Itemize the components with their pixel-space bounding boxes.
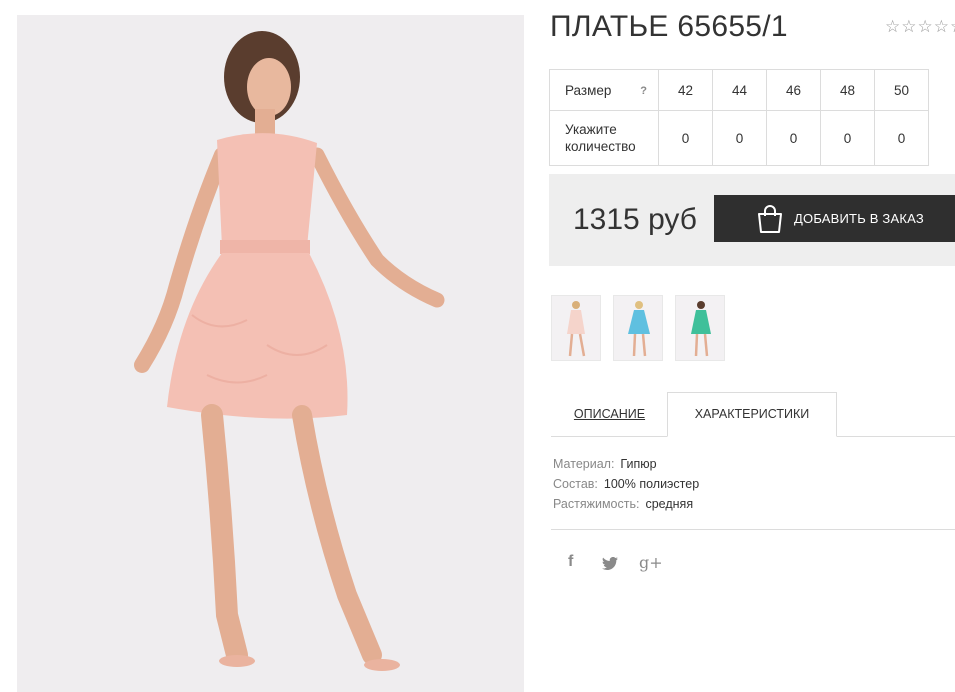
thumbnail-blue[interactable] (613, 295, 663, 361)
size-quantity-table: Размер ? 42 44 46 48 50 Укажите количест… (549, 69, 929, 166)
facebook-icon[interactable]: f (568, 553, 573, 571)
spec-value: средняя (645, 497, 694, 511)
size-label: Размер (565, 82, 612, 98)
add-to-order-label: ДОБАВИТЬ В ЗАКАЗ (794, 211, 924, 226)
tab-characteristics[interactable]: ХАРАКТЕРИСТИКИ (667, 392, 837, 437)
thumbnail-green[interactable] (675, 295, 725, 361)
size-cell-44: 44 (712, 69, 767, 111)
spec-key: Состав: (553, 477, 598, 491)
size-help-icon[interactable]: ? (640, 83, 647, 100)
size-cell-48: 48 (820, 69, 875, 111)
thumbnail-blue-image (614, 296, 662, 360)
buy-box: 1315 руб ДОБАВИТЬ В ЗАКАЗ (549, 174, 955, 266)
quantity-input-48[interactable]: 0 (820, 110, 875, 166)
quantity-label: Укажите количество (549, 110, 659, 166)
thumbnail-pink-image (552, 296, 600, 360)
size-cell-46: 46 (766, 69, 821, 111)
size-cell-50: 50 (874, 69, 929, 111)
thumbnail-green-image (676, 296, 724, 360)
specs-divider (551, 529, 955, 530)
shopping-bag-icon (758, 205, 782, 233)
rating-stars-icon[interactable]: ☆☆☆☆☆ (885, 17, 955, 37)
specs-list: Материал: Гипюр Состав: 100% полиэстер Рас… (553, 454, 699, 514)
twitter-icon[interactable] (602, 557, 618, 570)
size-cell-42: 42 (658, 69, 713, 111)
spec-key: Растяжимость: (553, 497, 640, 511)
product-title: ПЛАТЬЕ 65655/1 (550, 10, 788, 43)
spec-row-composition: Состав: 100% полиэстер (553, 474, 699, 494)
quantity-input-42[interactable]: 0 (658, 110, 713, 166)
spec-value: Гипюр (620, 457, 657, 471)
spec-key: Материал: (553, 457, 615, 471)
tab-description[interactable]: ОПИСАНИЕ (551, 393, 668, 436)
spec-row-stretch: Растяжимость: средняя (553, 494, 699, 514)
spec-value: 100% полиэстер (603, 477, 700, 491)
quantity-input-50[interactable]: 0 (874, 110, 929, 166)
quantity-input-46[interactable]: 0 (766, 110, 821, 166)
product-price: 1315 руб (573, 203, 697, 236)
spec-row-material: Материал: Гипюр (553, 454, 699, 474)
add-to-order-button[interactable]: ДОБАВИТЬ В ЗАКАЗ (714, 195, 955, 242)
model-pink-dress-image (17, 15, 524, 692)
product-main-photo[interactable] (17, 15, 524, 692)
thumbnail-pink[interactable] (551, 295, 601, 361)
googleplus-icon[interactable]: g+ (639, 553, 663, 572)
quantity-input-44[interactable]: 0 (712, 110, 767, 166)
size-label-cell: Размер ? (549, 69, 659, 111)
